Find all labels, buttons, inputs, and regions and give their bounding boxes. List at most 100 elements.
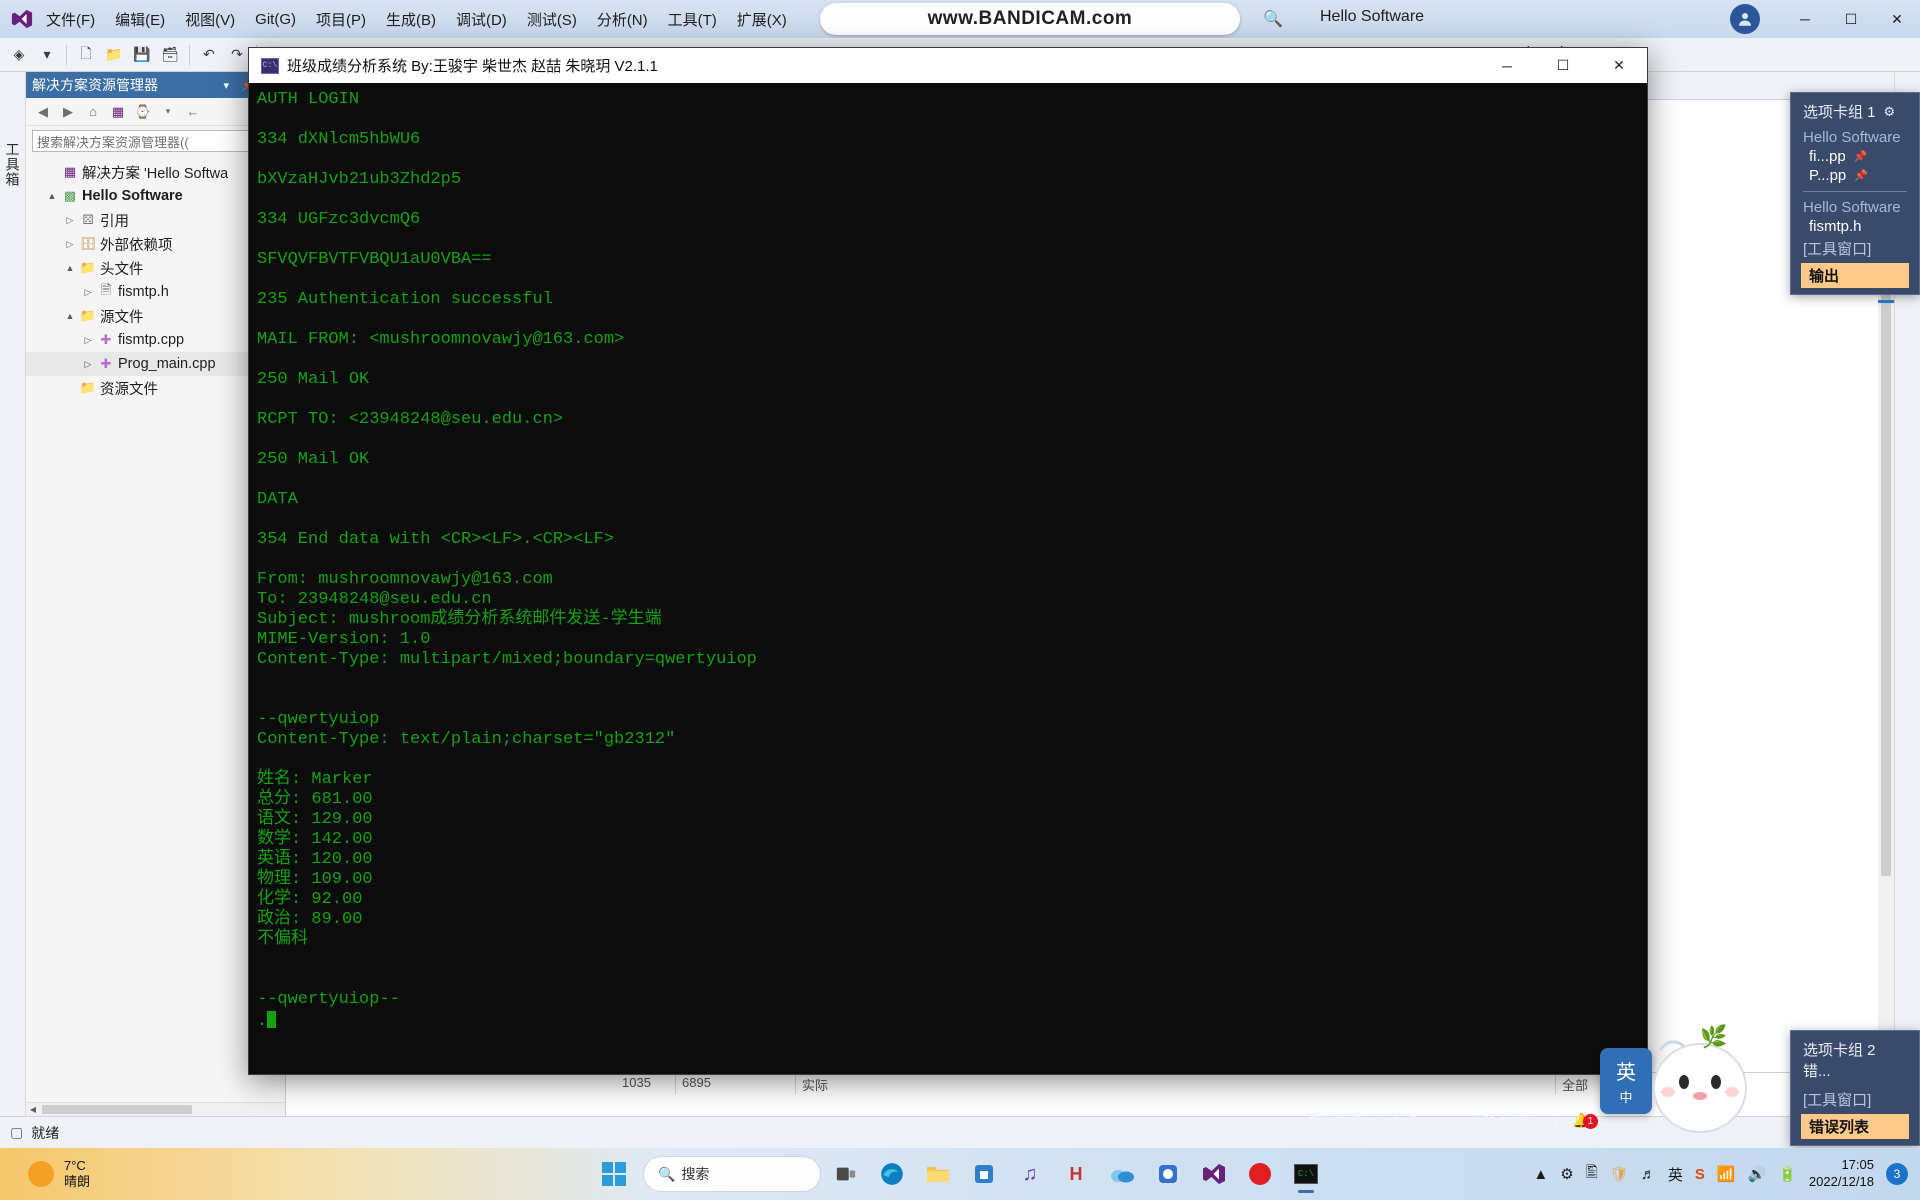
tree-item-resource-files[interactable]: 📁 资源文件 [26, 376, 285, 400]
avatar[interactable] [1730, 4, 1760, 34]
minimize-button[interactable]: ─ [1479, 48, 1535, 83]
console-taskbar-icon[interactable]: C:\ [1286, 1154, 1326, 1194]
save-all-icon[interactable]: 🗃 [157, 42, 183, 68]
download-icon[interactable]: ↓ [1452, 1112, 1459, 1128]
console-output[interactable]: AUTH LOGIN 334 dXNlcm5hbWU6 bXVzaHJvb21ub3… [249, 83, 1647, 1074]
twisty-icon[interactable]: ▲ [62, 263, 78, 273]
battery-icon[interactable]: 🔋 [1778, 1165, 1797, 1183]
windows-start-icon[interactable] [594, 1154, 634, 1194]
tree-item-prog-main-cpp[interactable]: ▷ ✚ Prog_main.cpp [26, 352, 285, 376]
sync-icon[interactable]: ← [182, 101, 204, 123]
twisty-icon[interactable]: ▷ [80, 359, 96, 370]
chevron-up-icon[interactable]: ▲ [1428, 1112, 1442, 1128]
select-repository-label[interactable]: 选择存储库 [1469, 1110, 1539, 1130]
store-icon[interactable] [964, 1154, 1004, 1194]
gear-icon[interactable]: ⚙ [1884, 104, 1896, 120]
onedrive-icon[interactable] [1102, 1154, 1142, 1194]
console-titlebar[interactable]: C:\ 班级成绩分析系统 By:王骏宇 柴世杰 赵喆 朱晓玥 V2.1.1 ─ … [249, 48, 1647, 83]
tree-item-solution[interactable]: ▦ 解决方案 'Hello Softwa [26, 160, 285, 184]
recording-icon[interactable] [1240, 1154, 1280, 1194]
twisty-icon[interactable]: ▷ [62, 239, 78, 250]
maximize-button[interactable]: ☐ [1828, 0, 1874, 38]
upload-icon[interactable]: ↑ [1289, 1112, 1296, 1128]
menu-git[interactable]: Git(G) [245, 7, 306, 32]
menu-tools[interactable]: 工具(T) [658, 5, 727, 34]
dropdown-icon[interactable]: ▾ [34, 42, 60, 68]
window-icon[interactable]: 🖺 [1586, 1162, 1598, 1187]
chevron-up-icon[interactable]: ▲ [1533, 1166, 1548, 1183]
menu-test[interactable]: 测试(S) [517, 5, 587, 34]
close-button[interactable]: ✕ [1591, 48, 1647, 83]
tree-item-references[interactable]: ▷ ⚄ 引用 [26, 208, 285, 232]
scroll-left-icon[interactable]: ◀ [26, 1105, 40, 1114]
tree-item-fismtp-h[interactable]: ▷ 🗎 fismtp.h [26, 280, 285, 304]
scrollbar-thumb[interactable] [42, 1105, 192, 1114]
close-button[interactable]: ✕ [1874, 0, 1920, 38]
switcher-entry-fismtp-h[interactable]: fismtp.h [1791, 217, 1919, 236]
add-to-source-control-label[interactable]: 添加到源代码管理 [1306, 1110, 1418, 1130]
pending-changes-icon[interactable]: ⌚ [132, 101, 154, 123]
switch-view-icon[interactable]: ▦ [107, 101, 129, 123]
tree-item-source-files[interactable]: ▲ 📁 源文件 [26, 304, 285, 328]
taskbar-search[interactable]: 🔍 搜索 [644, 1157, 820, 1191]
tree-item-project[interactable]: ▲ ▩ Hello Software [26, 184, 285, 208]
file-explorer-icon[interactable] [918, 1154, 958, 1194]
taskbar-clock[interactable]: 17:05 2022/12/18 [1809, 1157, 1874, 1191]
task-view-icon[interactable] [826, 1154, 866, 1194]
switcher-selected-output[interactable]: 输出 [1801, 263, 1909, 288]
tree-item-header-files[interactable]: ▲ 📁 头文件 [26, 256, 285, 280]
undo-icon[interactable]: ↶ [196, 42, 222, 68]
music-icon[interactable]: ♫ [1010, 1154, 1050, 1194]
menu-edit[interactable]: 编辑(E) [105, 5, 175, 34]
maximize-button[interactable]: ☐ [1535, 48, 1591, 83]
music-tray-icon[interactable]: ♬ [1641, 1166, 1656, 1183]
minimize-button[interactable]: ─ [1782, 0, 1828, 38]
back-icon[interactable]: ◈ [6, 42, 32, 68]
switcher-selected-error-list[interactable]: 错误列表 [1801, 1114, 1909, 1139]
search-icon[interactable]: 🔍 [1262, 8, 1284, 30]
tree-item-fismtp-cpp[interactable]: ▷ ✚ fismtp.cpp [26, 328, 285, 352]
settings-icon[interactable]: ⚙ [1560, 1165, 1573, 1183]
twisty-icon[interactable]: ▷ [62, 215, 78, 226]
app-icon[interactable] [1148, 1154, 1188, 1194]
toolbox-strip[interactable]: 工具箱 [0, 72, 26, 1116]
home-icon[interactable]: ⌂ [82, 101, 104, 123]
menu-extensions[interactable]: 扩展(X) [727, 5, 797, 34]
save-icon[interactable]: 💾 [129, 42, 155, 68]
chevron-down-icon[interactable]: ▾ [221, 79, 233, 92]
menu-analyze[interactable]: 分析(N) [587, 5, 658, 34]
huawei-icon[interactable]: H [1056, 1154, 1096, 1194]
volume-icon[interactable]: 🔊 [1748, 1165, 1767, 1183]
switcher-entry-fismtp-cpp[interactable]: fi...pp 📌 [1791, 147, 1919, 166]
security-icon[interactable]: 🛡 [1610, 1165, 1629, 1183]
weather-widget[interactable]: 7°C 晴朗 [0, 1158, 90, 1191]
search-input[interactable]: 搜索解决方案资源管理器(( 🔍 [32, 130, 279, 152]
twisty-icon[interactable]: ▷ [80, 287, 96, 298]
bell-icon[interactable]: 🔔 1 [1573, 1112, 1598, 1129]
twisty-icon[interactable]: ▲ [44, 191, 60, 201]
menu-project[interactable]: 项目(P) [306, 5, 376, 34]
sogou-icon[interactable]: S [1695, 1166, 1705, 1183]
twisty-icon[interactable]: ▷ [80, 335, 96, 346]
forward-icon[interactable]: ▶ [57, 101, 79, 123]
tree-item-external-dependencies[interactable]: ▷ 🗄 外部依赖项 [26, 232, 285, 256]
wifi-icon[interactable]: 📶 [1717, 1165, 1736, 1183]
dropdown-icon[interactable]: ▾ [157, 101, 179, 123]
open-file-icon[interactable]: 📁 [101, 42, 127, 68]
edge-icon[interactable] [872, 1154, 912, 1194]
twisty-icon[interactable]: ▲ [62, 311, 78, 321]
menu-build[interactable]: 生成(B) [376, 5, 446, 34]
vscode-icon[interactable] [1194, 1154, 1234, 1194]
back-icon[interactable]: ◀ [32, 101, 54, 123]
pin-icon[interactable]: 📌 [1854, 169, 1868, 182]
new-project-icon[interactable]: 🗋 [73, 42, 99, 68]
pin-icon[interactable]: 📌 [1854, 150, 1868, 163]
redo-icon[interactable]: ↷ [224, 42, 250, 68]
menu-view[interactable]: 视图(V) [175, 5, 245, 34]
horizontal-scrollbar[interactable]: ◀ [26, 1102, 285, 1116]
chevron-up-icon[interactable]: ▲ [1549, 1112, 1563, 1128]
menu-debug[interactable]: 调试(D) [446, 5, 517, 34]
switcher-entry-prog-main-cpp[interactable]: P...pp 📌 [1791, 166, 1919, 185]
menu-file[interactable]: 文件(F) [36, 5, 105, 34]
notification-badge[interactable]: 3 [1886, 1163, 1908, 1185]
